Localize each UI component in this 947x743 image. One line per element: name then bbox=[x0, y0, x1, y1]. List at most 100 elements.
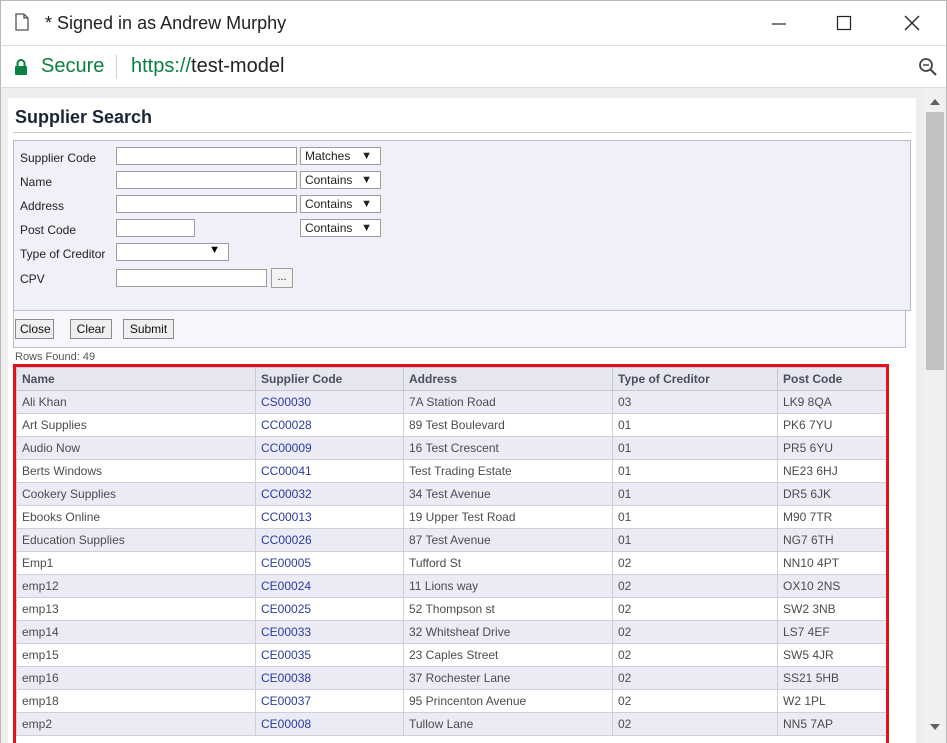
supplier-code-cell[interactable]: CC00041 bbox=[255, 459, 404, 483]
name-cell: emp18 bbox=[16, 689, 256, 713]
supplier-code-cell[interactable]: CE00035 bbox=[255, 643, 404, 667]
post-code-cell: PR5 6YU bbox=[777, 436, 886, 460]
address-bar[interactable]: Secure https://test-model bbox=[0, 45, 947, 88]
close-button[interactable]: Close bbox=[15, 319, 54, 339]
post-code-cell: SW5 4JR bbox=[777, 643, 886, 667]
address-cell: 32 Whitsheaf Drive bbox=[403, 620, 613, 644]
secure-label: Secure bbox=[41, 55, 105, 77]
url-text[interactable]: https://test-model bbox=[131, 55, 284, 78]
supplier-code-cell[interactable]: CE00025 bbox=[255, 597, 404, 621]
post-code-cell: W2 1PL bbox=[777, 689, 886, 713]
supplier-code-cell[interactable]: CC00009 bbox=[255, 436, 404, 460]
supplier-code-cell[interactable]: CC00032 bbox=[255, 482, 404, 506]
post-code-cell: M90 7TR bbox=[777, 505, 886, 529]
table-row[interactable]: Cookery Supplies CC00032 34 Test Avenue 01 D… bbox=[16, 482, 886, 506]
cpv-label: CPV bbox=[20, 272, 45, 286]
table-row[interactable]: emp2 CE00008 Tullow Lane 02 NN5 7AP bbox=[16, 712, 886, 736]
address-cell: 34 Test Avenue bbox=[403, 482, 613, 506]
minimize-button[interactable] bbox=[756, 1, 802, 46]
address-cell: 7A Station Road bbox=[403, 390, 613, 414]
address-cell: 19 Upper Test Road bbox=[403, 505, 613, 529]
column-header-supplier-code[interactable]: Supplier Code bbox=[255, 367, 404, 391]
clear-button[interactable]: Clear bbox=[70, 319, 112, 339]
type-of-creditor-cell: 02 bbox=[612, 666, 778, 690]
type-of-creditor-select[interactable]: ▼ bbox=[116, 243, 229, 261]
scroll-up-button[interactable] bbox=[923, 92, 946, 112]
cpv-lookup-button[interactable]: ... bbox=[271, 268, 293, 288]
name-cell: emp2 bbox=[16, 712, 256, 736]
post-code-cell: NE23 6HJ bbox=[777, 459, 886, 483]
address-cell: 23 Caples Street bbox=[403, 643, 613, 667]
cpv-input[interactable] bbox=[116, 269, 267, 287]
zoom-icon[interactable] bbox=[918, 57, 938, 82]
address-cell: 95 Princenton Avenue bbox=[403, 689, 613, 713]
scrollbar-thumb[interactable] bbox=[926, 112, 944, 370]
post-code-cell: NN5 7AP bbox=[777, 712, 886, 736]
post-code-cell: SS21 5HB bbox=[777, 666, 886, 690]
column-header-type-of-creditor[interactable]: Type of Creditor bbox=[612, 367, 778, 391]
type-of-creditor-cell: 02 bbox=[612, 551, 778, 575]
column-header-post-code[interactable]: Post Code bbox=[777, 367, 886, 391]
address-cell: 37 Rochester Lane bbox=[403, 666, 613, 690]
name-input[interactable] bbox=[116, 171, 297, 189]
table-row[interactable]: Berts Windows CC00041 Test Trading Estate 0… bbox=[16, 459, 886, 483]
type-of-creditor-cell: 02 bbox=[612, 597, 778, 621]
lock-icon bbox=[14, 58, 28, 81]
table-row[interactable]: emp18 CE00037 95 Princenton Avenue 02 W2 1PL bbox=[16, 689, 886, 713]
scroll-down-button[interactable] bbox=[923, 718, 946, 738]
supplier-code-cell[interactable]: CS00030 bbox=[255, 390, 404, 414]
supplier-code-cell[interactable]: CE00024 bbox=[255, 574, 404, 598]
table-row[interactable]: Ali Khan CS00030 7A Station Road 03 LK9 8QA bbox=[16, 390, 886, 414]
table-row[interactable]: Ebooks Online CC00013 19 Upper Test Road 01… bbox=[16, 505, 886, 529]
supplier-code-cell[interactable]: CE00037 bbox=[255, 689, 404, 713]
address-label: Address bbox=[20, 199, 65, 213]
submit-button[interactable]: Submit bbox=[123, 319, 174, 339]
table-row[interactable]: Audio Now CC00009 16 Test Crescent 01 PR5 6Y… bbox=[16, 436, 886, 460]
table-row[interactable]: Emp1 CE00005 Tufford St 02 NN10 4PT bbox=[16, 551, 886, 575]
column-header-name[interactable]: Name bbox=[16, 367, 256, 391]
supplier-code-cell[interactable]: CE00038 bbox=[255, 666, 404, 690]
supplier-code-cell[interactable]: CC00028 bbox=[255, 413, 404, 437]
column-header-address[interactable]: Address bbox=[403, 367, 613, 391]
close-window-button[interactable] bbox=[889, 1, 935, 46]
supplier-code-cell[interactable]: CC00026 bbox=[255, 528, 404, 552]
address-operator-select[interactable]: Contains ▼ bbox=[300, 195, 381, 213]
name-cell: Ebooks Online bbox=[16, 505, 256, 529]
type-of-creditor-cell: 01 bbox=[612, 505, 778, 529]
dropdown-arrow-icon: ▼ bbox=[209, 244, 220, 256]
table-row[interactable]: emp13 CE00025 52 Thompson st 02 SW2 3NB bbox=[16, 597, 886, 621]
name-cell: emp16 bbox=[16, 666, 256, 690]
table-row[interactable]: emp12 CE00024 11 Lions way 02 OX10 2NS bbox=[16, 574, 886, 598]
post-code-operator-select[interactable]: Contains ▼ bbox=[300, 219, 381, 237]
name-cell: Art Supplies bbox=[16, 413, 256, 437]
post-code-input[interactable] bbox=[116, 219, 195, 237]
maximize-button[interactable] bbox=[821, 1, 867, 46]
table-row[interactable]: emp15 CE00035 23 Caples Street 02 SW5 4JR bbox=[16, 643, 886, 667]
type-of-creditor-cell: 02 bbox=[612, 574, 778, 598]
table-header-row: Name Supplier Code Address Type of Credi… bbox=[16, 367, 886, 391]
type-of-creditor-cell: 02 bbox=[612, 643, 778, 667]
table-row[interactable]: emp16 CE00038 37 Rochester Lane 02 SS21 5HB bbox=[16, 666, 886, 690]
address-cell: 16 Test Crescent bbox=[403, 436, 613, 460]
search-panel: Supplier Code Matches ▼ Name Contains ▼ … bbox=[13, 140, 911, 311]
supplier-code-cell[interactable]: CE00005 bbox=[255, 551, 404, 575]
supplier-code-operator-select[interactable]: Matches ▼ bbox=[300, 147, 381, 165]
type-of-creditor-cell: 01 bbox=[612, 436, 778, 460]
table-row[interactable]: Education Supplies CC00026 87 Test Avenue 0… bbox=[16, 528, 886, 552]
post-code-cell: NG7 6TH bbox=[777, 528, 886, 552]
post-code-cell: LS7 4EF bbox=[777, 620, 886, 644]
type-of-creditor-label: Type of Creditor bbox=[20, 247, 106, 261]
supplier-code-cell[interactable]: CE00033 bbox=[255, 620, 404, 644]
close-icon bbox=[904, 15, 920, 31]
table-row[interactable]: emp14 CE00033 32 Whitsheaf Drive 02 LS7 4EF bbox=[16, 620, 886, 644]
type-of-creditor-cell: 01 bbox=[612, 528, 778, 552]
name-operator-select[interactable]: Contains ▼ bbox=[300, 171, 381, 189]
supplier-code-input[interactable] bbox=[116, 147, 297, 165]
supplier-code-cell[interactable]: CE00008 bbox=[255, 712, 404, 736]
type-of-creditor-cell: 02 bbox=[612, 712, 778, 736]
address-input[interactable] bbox=[116, 195, 297, 213]
supplier-code-cell[interactable]: CC00013 bbox=[255, 505, 404, 529]
table-row[interactable]: Art Supplies CC00028 89 Test Boulevard 01 PK… bbox=[16, 413, 886, 437]
name-cell: emp14 bbox=[16, 620, 256, 644]
vertical-scrollbar[interactable] bbox=[923, 88, 946, 743]
